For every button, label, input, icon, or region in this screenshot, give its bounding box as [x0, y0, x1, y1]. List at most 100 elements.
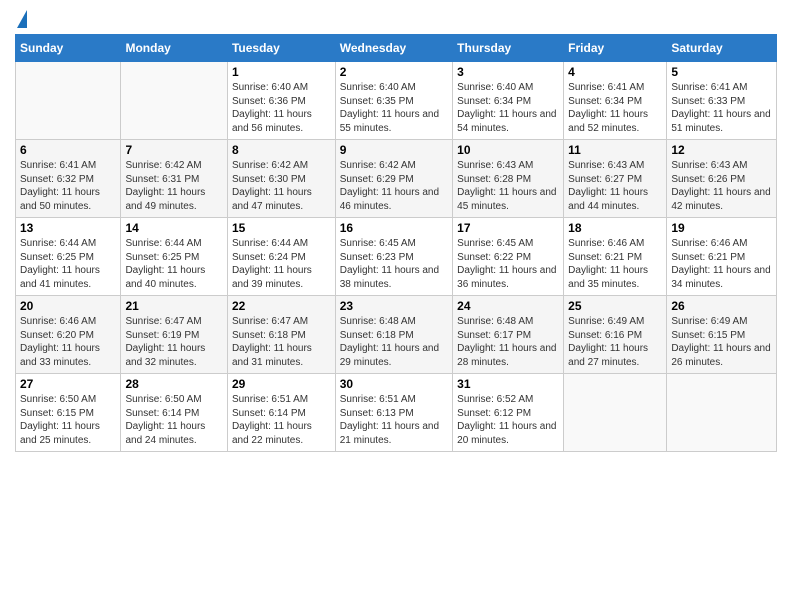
day-number: 9 — [340, 143, 448, 157]
cell-content: Sunrise: 6:42 AMSunset: 6:30 PMDaylight:… — [232, 159, 331, 213]
table-row: 9 Sunrise: 6:42 AMSunset: 6:29 PMDaylight… — [335, 140, 452, 218]
day-number: 26 — [671, 299, 772, 313]
cell-content: Sunrise: 6:51 AMSunset: 6:14 PMDaylight:… — [232, 393, 331, 447]
cell-content: Sunrise: 6:44 AMSunset: 6:24 PMDaylight:… — [232, 237, 331, 291]
table-row: 7 Sunrise: 6:42 AMSunset: 6:31 PMDaylight… — [121, 140, 228, 218]
table-row — [564, 374, 667, 452]
table-row: 26 Sunrise: 6:49 AMSunset: 6:15 PMDayligh… — [667, 296, 777, 374]
calendar-week-row: 20 Sunrise: 6:46 AMSunset: 6:20 PMDayligh… — [16, 296, 777, 374]
cell-content: Sunrise: 6:43 AMSunset: 6:26 PMDaylight:… — [671, 159, 772, 213]
page-header — [15, 10, 777, 28]
day-number: 2 — [340, 65, 448, 79]
cell-content: Sunrise: 6:48 AMSunset: 6:17 PMDaylight:… — [457, 315, 559, 369]
cell-content: Sunrise: 6:42 AMSunset: 6:31 PMDaylight:… — [125, 159, 223, 213]
cell-content: Sunrise: 6:47 AMSunset: 6:19 PMDaylight:… — [125, 315, 223, 369]
day-number: 14 — [125, 221, 223, 235]
header-sunday: Sunday — [16, 35, 121, 62]
day-number: 4 — [568, 65, 662, 79]
day-number: 18 — [568, 221, 662, 235]
day-number: 5 — [671, 65, 772, 79]
table-row: 12 Sunrise: 6:43 AMSunset: 6:26 PMDayligh… — [667, 140, 777, 218]
table-row: 30 Sunrise: 6:51 AMSunset: 6:13 PMDayligh… — [335, 374, 452, 452]
cell-content: Sunrise: 6:48 AMSunset: 6:18 PMDaylight:… — [340, 315, 448, 369]
cell-content: Sunrise: 6:41 AMSunset: 6:34 PMDaylight:… — [568, 81, 662, 135]
table-row: 23Sunrise: 6:48 AMSunset: 6:18 PMDayligh… — [335, 296, 452, 374]
day-number: 13 — [20, 221, 116, 235]
cell-content: Sunrise: 6:40 AMSunset: 6:35 PMDaylight:… — [340, 81, 448, 135]
day-number: 22 — [232, 299, 331, 313]
table-row — [667, 374, 777, 452]
day-number: 25 — [568, 299, 662, 313]
header-saturday: Saturday — [667, 35, 777, 62]
day-number: 31 — [457, 377, 559, 391]
day-number: 27 — [20, 377, 116, 391]
table-row: 11Sunrise: 6:43 AMSunset: 6:27 PMDayligh… — [564, 140, 667, 218]
cell-content: Sunrise: 6:49 AMSunset: 6:15 PMDaylight:… — [671, 315, 772, 369]
header-thursday: Thursday — [453, 35, 564, 62]
cell-content: Sunrise: 6:40 AMSunset: 6:34 PMDaylight:… — [457, 81, 559, 135]
cell-content: Sunrise: 6:44 AMSunset: 6:25 PMDaylight:… — [20, 237, 116, 291]
table-row: 4 Sunrise: 6:41 AMSunset: 6:34 PMDaylight… — [564, 62, 667, 140]
cell-content: Sunrise: 6:50 AMSunset: 6:15 PMDaylight:… — [20, 393, 116, 447]
day-number: 10 — [457, 143, 559, 157]
day-number: 16 — [340, 221, 448, 235]
day-number: 15 — [232, 221, 331, 235]
calendar-week-row: 27 Sunrise: 6:50 AMSunset: 6:15 PMDayligh… — [16, 374, 777, 452]
cell-content: Sunrise: 6:51 AMSunset: 6:13 PMDaylight:… — [340, 393, 448, 447]
cell-content: Sunrise: 6:46 AMSunset: 6:21 PMDaylight:… — [568, 237, 662, 291]
table-row: 20 Sunrise: 6:46 AMSunset: 6:20 PMDayligh… — [16, 296, 121, 374]
table-row: 1Sunrise: 6:40 AMSunset: 6:36 PMDaylight… — [227, 62, 335, 140]
day-number: 30 — [340, 377, 448, 391]
day-number: 29 — [232, 377, 331, 391]
cell-content: Sunrise: 6:46 AMSunset: 6:20 PMDaylight:… — [20, 315, 116, 369]
calendar-week-row: 13 Sunrise: 6:44 AMSunset: 6:25 PMDayligh… — [16, 218, 777, 296]
table-row: 10 Sunrise: 6:43 AMSunset: 6:28 PMDayligh… — [453, 140, 564, 218]
logo — [15, 10, 27, 28]
table-row: 6 Sunrise: 6:41 AMSunset: 6:32 PMDaylight… — [16, 140, 121, 218]
table-row: 24 Sunrise: 6:48 AMSunset: 6:17 PMDayligh… — [453, 296, 564, 374]
day-number: 28 — [125, 377, 223, 391]
day-number: 8 — [232, 143, 331, 157]
cell-content: Sunrise: 6:50 AMSunset: 6:14 PMDaylight:… — [125, 393, 223, 447]
table-row: 8 Sunrise: 6:42 AMSunset: 6:30 PMDaylight… — [227, 140, 335, 218]
table-row: 25Sunrise: 6:49 AMSunset: 6:16 PMDayligh… — [564, 296, 667, 374]
calendar-week-row: 1Sunrise: 6:40 AMSunset: 6:36 PMDaylight… — [16, 62, 777, 140]
cell-content: Sunrise: 6:41 AMSunset: 6:32 PMDaylight:… — [20, 159, 116, 213]
cell-content: Sunrise: 6:43 AMSunset: 6:28 PMDaylight:… — [457, 159, 559, 213]
cell-content: Sunrise: 6:41 AMSunset: 6:33 PMDaylight:… — [671, 81, 772, 135]
day-number: 21 — [125, 299, 223, 313]
day-number: 24 — [457, 299, 559, 313]
table-row: 21 Sunrise: 6:47 AMSunset: 6:19 PMDayligh… — [121, 296, 228, 374]
day-number: 19 — [671, 221, 772, 235]
day-number: 12 — [671, 143, 772, 157]
logo-triangle-icon — [17, 10, 27, 28]
calendar-header-row: SundayMondayTuesdayWednesdayThursdayFrid… — [16, 35, 777, 62]
table-row: 29 Sunrise: 6:51 AMSunset: 6:14 PMDayligh… — [227, 374, 335, 452]
cell-content: Sunrise: 6:45 AMSunset: 6:23 PMDaylight:… — [340, 237, 448, 291]
cell-content: Sunrise: 6:47 AMSunset: 6:18 PMDaylight:… — [232, 315, 331, 369]
table-row: 22 Sunrise: 6:47 AMSunset: 6:18 PMDayligh… — [227, 296, 335, 374]
header-friday: Friday — [564, 35, 667, 62]
table-row: 15 Sunrise: 6:44 AMSunset: 6:24 PMDayligh… — [227, 218, 335, 296]
table-row: 16 Sunrise: 6:45 AMSunset: 6:23 PMDayligh… — [335, 218, 452, 296]
header-monday: Monday — [121, 35, 228, 62]
table-row: 19 Sunrise: 6:46 AMSunset: 6:21 PMDayligh… — [667, 218, 777, 296]
day-number: 3 — [457, 65, 559, 79]
day-number: 7 — [125, 143, 223, 157]
day-number: 20 — [20, 299, 116, 313]
table-row: 3 Sunrise: 6:40 AMSunset: 6:34 PMDaylight… — [453, 62, 564, 140]
day-number: 6 — [20, 143, 116, 157]
cell-content: Sunrise: 6:44 AMSunset: 6:25 PMDaylight:… — [125, 237, 223, 291]
cell-content: Sunrise: 6:46 AMSunset: 6:21 PMDaylight:… — [671, 237, 772, 291]
table-row: 17 Sunrise: 6:45 AMSunset: 6:22 PMDayligh… — [453, 218, 564, 296]
calendar-week-row: 6 Sunrise: 6:41 AMSunset: 6:32 PMDaylight… — [16, 140, 777, 218]
cell-content: Sunrise: 6:42 AMSunset: 6:29 PMDaylight:… — [340, 159, 448, 213]
table-row: 27 Sunrise: 6:50 AMSunset: 6:15 PMDayligh… — [16, 374, 121, 452]
table-row: 5 Sunrise: 6:41 AMSunset: 6:33 PMDaylight… — [667, 62, 777, 140]
table-row — [121, 62, 228, 140]
day-number: 17 — [457, 221, 559, 235]
header-wednesday: Wednesday — [335, 35, 452, 62]
table-row — [16, 62, 121, 140]
day-number: 11 — [568, 143, 662, 157]
cell-content: Sunrise: 6:45 AMSunset: 6:22 PMDaylight:… — [457, 237, 559, 291]
